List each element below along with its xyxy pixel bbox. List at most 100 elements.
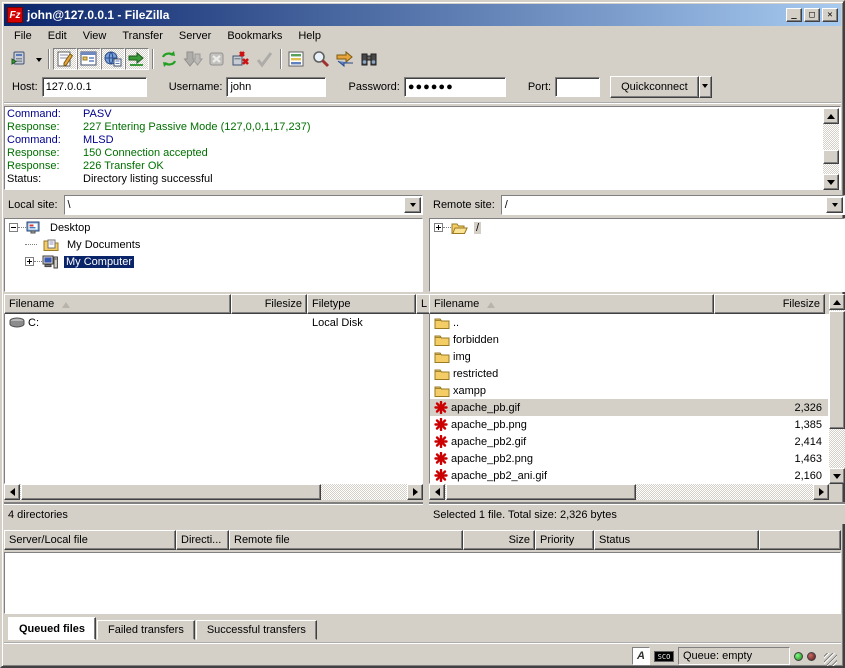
scroll-left-button[interactable] (4, 484, 20, 500)
menu-view[interactable]: View (75, 28, 115, 44)
log-line-label: Response: (7, 147, 83, 160)
queue-column-serverlocalfile[interactable]: Server/Local file (4, 530, 176, 550)
menu-server[interactable]: Server (171, 28, 219, 44)
scroll-up-button[interactable] (823, 108, 839, 124)
desktop-icon (26, 221, 42, 235)
local-pane: Local site: \ DesktopMy Documents My Comp… (4, 192, 423, 526)
queue-column-remotefile[interactable]: Remote file (229, 530, 463, 550)
queue-column-size[interactable]: Size (463, 530, 535, 550)
remote-file-row[interactable]: apache_pb.gif 2,326 (430, 399, 828, 416)
toggle-remote-tree-button[interactable] (101, 48, 125, 70)
column-header-filename[interactable]: Filename (4, 294, 231, 314)
log-vertical-scrollbar[interactable] (823, 108, 839, 190)
find-files-button[interactable] (357, 48, 381, 70)
remote-file-row[interactable]: apache_pb2.gif 2,414 (430, 433, 828, 450)
site-manager-button[interactable] (8, 48, 32, 70)
queue-column-directi[interactable]: Directi... (176, 530, 229, 550)
menu-file[interactable]: File (6, 28, 40, 44)
local-site-label: Local site: (4, 199, 64, 211)
queue-column-priority[interactable]: Priority (535, 530, 594, 550)
scroll-thumb[interactable] (829, 311, 845, 429)
remote-file-row[interactable]: img (430, 348, 828, 365)
close-button[interactable]: ✕ (822, 8, 838, 22)
scroll-left-button[interactable] (429, 484, 445, 500)
menu-transfer[interactable]: Transfer (114, 28, 171, 44)
remote-site-dropdown-button[interactable] (826, 197, 843, 213)
queue-column-status[interactable]: Status (594, 530, 759, 550)
local-file-row[interactable]: C: Local Disk (5, 314, 422, 331)
expand-icon[interactable] (434, 223, 443, 232)
remote-file-row[interactable]: xampp (430, 382, 828, 399)
disconnect-icon (231, 50, 251, 68)
tree-item-label: My Computer (64, 256, 134, 268)
local-horizontal-scrollbar[interactable] (4, 484, 423, 500)
menu-edit[interactable]: Edit (40, 28, 75, 44)
reconnect-button[interactable] (253, 48, 277, 70)
column-header-filesize[interactable]: Filesize (714, 294, 825, 314)
scroll-down-button[interactable] (823, 174, 839, 190)
title-bar[interactable]: Fz john@127.0.0.1 - FileZilla _ □ ✕ (4, 4, 841, 26)
remote-file-row[interactable]: apache_pb2_ani.gif 2,160 (430, 467, 828, 484)
scroll-right-button[interactable] (407, 484, 423, 500)
minimize-button[interactable]: _ (786, 8, 802, 22)
expand-icon[interactable] (25, 257, 34, 266)
speed-limit-indicator[interactable]: SCO (654, 651, 674, 662)
disconnect-button[interactable] (229, 48, 253, 70)
column-header-filesize[interactable]: Filesize (231, 294, 307, 314)
log-line-command: Command:PASV (7, 108, 822, 121)
remote-site-combobox[interactable]: / (501, 195, 845, 215)
tab-queued-files[interactable]: Queued files (8, 617, 96, 640)
toggle-local-tree-button[interactable] (77, 48, 101, 70)
remote-file-row[interactable]: .. (430, 314, 828, 331)
menu-help[interactable]: Help (290, 28, 329, 44)
collapse-icon[interactable] (9, 223, 18, 232)
remote-file-row[interactable]: forbidden (430, 331, 828, 348)
remote-tree-item[interactable]: / (430, 219, 844, 236)
column-header-filename[interactable]: Filename (429, 294, 714, 314)
host-input[interactable] (42, 77, 147, 97)
menu-bookmarks[interactable]: Bookmarks (219, 28, 290, 44)
cancel-operation-button[interactable] (205, 48, 229, 70)
toggle-transfer-queue-button[interactable] (125, 48, 149, 70)
remote-file-row[interactable]: restricted (430, 365, 828, 382)
remote-file-row[interactable]: apache_pb2.png 1,463 (430, 450, 828, 467)
site-manager-dropdown-button[interactable] (32, 48, 45, 70)
username-input[interactable] (226, 77, 326, 97)
tab-failed-transfers[interactable]: Failed transfers (97, 620, 195, 640)
maximize-button[interactable]: □ (804, 8, 820, 22)
process-queue-button[interactable] (181, 48, 205, 70)
directory-listing-filters-button[interactable] (285, 48, 309, 70)
quickconnect-button[interactable]: Quickconnect (610, 76, 699, 98)
refresh-button[interactable] (157, 48, 181, 70)
quickconnect-dropdown-button[interactable] (699, 76, 712, 98)
sort-ascending-icon (487, 298, 495, 308)
column-header-filetype[interactable]: Filetype (307, 294, 416, 314)
transfer-type-indicator[interactable]: A (632, 647, 650, 665)
find-search-button[interactable] (309, 48, 333, 70)
remote-vertical-scrollbar[interactable] (829, 294, 845, 484)
scroll-right-button[interactable] (813, 484, 829, 500)
toggle-message-log-button[interactable] (53, 48, 77, 70)
scroll-thumb[interactable] (21, 484, 321, 500)
remote-file-row[interactable]: apache_pb.png 1,385 (430, 416, 828, 433)
scroll-up-button[interactable] (829, 294, 845, 310)
filezilla-window: Fz john@127.0.0.1 - FileZilla _ □ ✕ File… (0, 0, 845, 668)
queue-tabs: Queued filesFailed transfersSuccessful t… (4, 616, 841, 640)
remote-horizontal-scrollbar[interactable] (429, 484, 829, 500)
scroll-down-button[interactable] (829, 468, 845, 484)
file-name: forbidden (453, 334, 499, 346)
local-tree-item[interactable]: Desktop (5, 219, 422, 236)
local-tree-item[interactable]: My Documents (5, 236, 422, 253)
scroll-thumb[interactable] (823, 150, 839, 164)
send-activity-led-icon (794, 652, 803, 661)
local-site-dropdown-button[interactable] (404, 197, 421, 213)
local-site-combobox[interactable]: \ (64, 195, 423, 215)
local-tree-item[interactable]: My Computer (5, 253, 422, 270)
synchronized-browsing-button[interactable] (333, 48, 357, 70)
resize-grip[interactable] (824, 653, 837, 666)
tab-successful-transfers[interactable]: Successful transfers (196, 620, 317, 640)
password-input[interactable] (404, 77, 506, 97)
remote-directory-tree: / (429, 218, 845, 292)
scroll-thumb[interactable] (446, 484, 636, 500)
port-input[interactable] (555, 77, 600, 97)
